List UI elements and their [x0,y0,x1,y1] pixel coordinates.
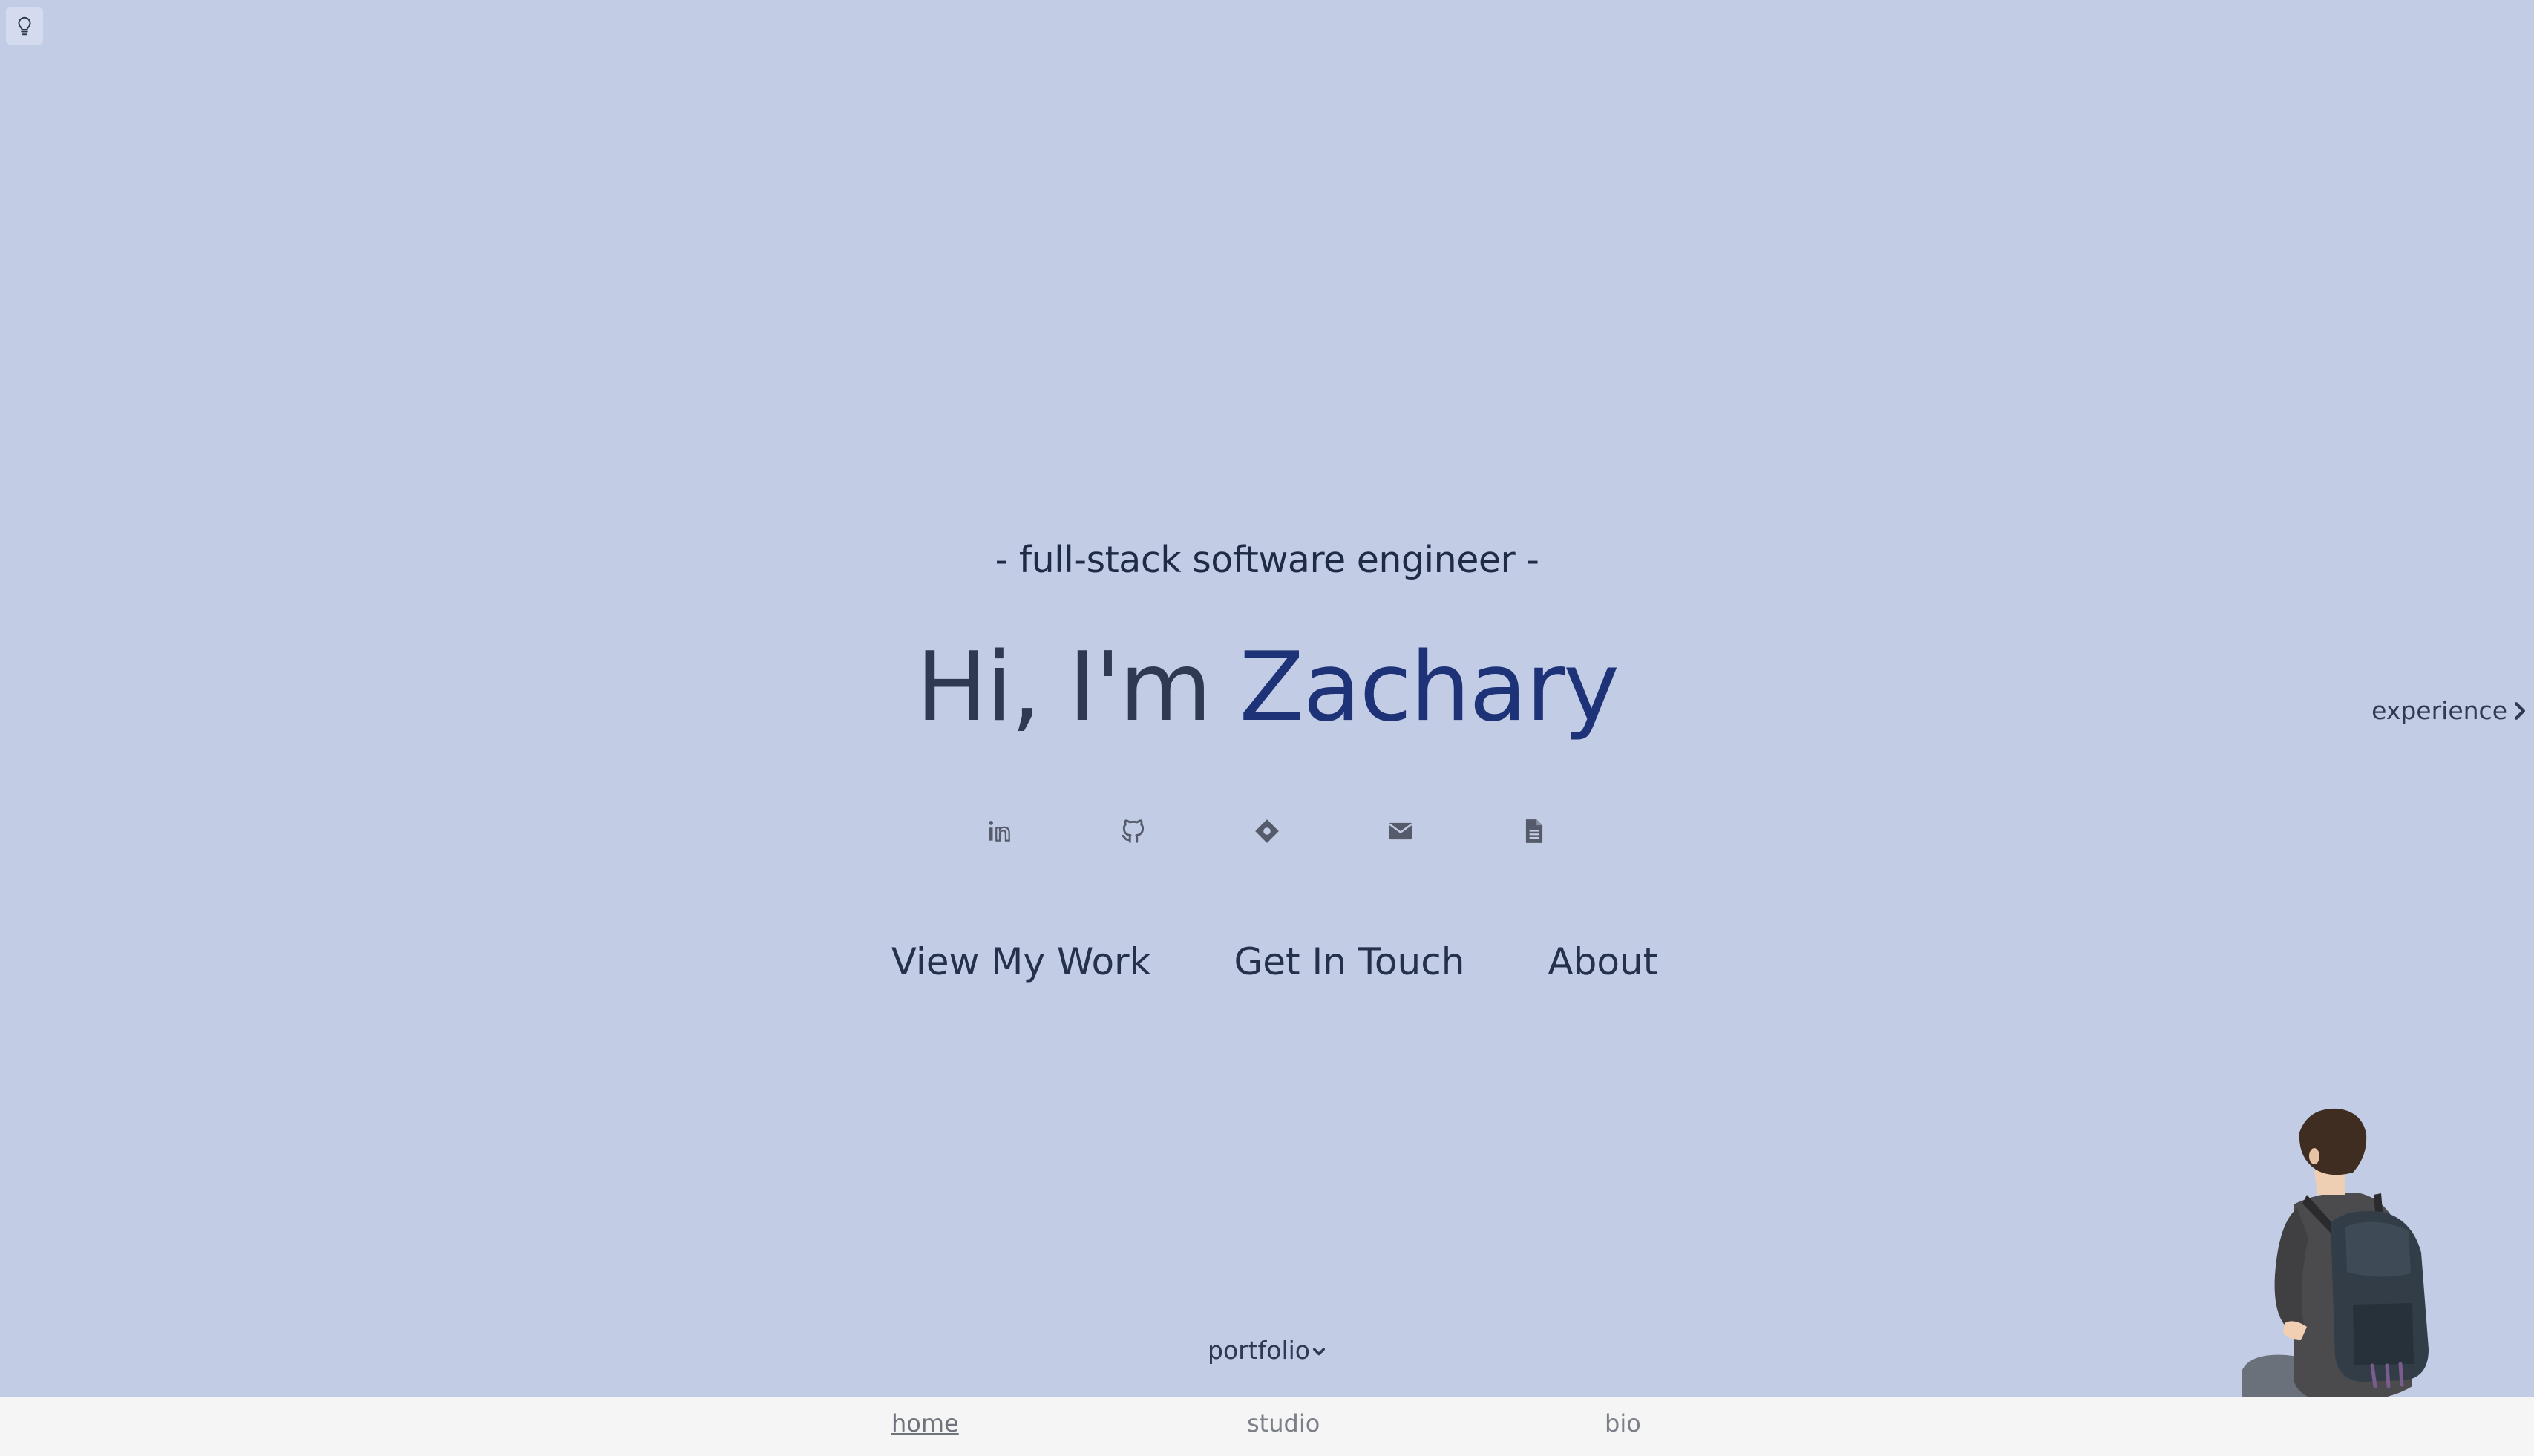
theme-toggle-button[interactable] [6,7,43,45]
view-my-work-button[interactable]: View My Work [891,934,1151,990]
get-in-touch-button[interactable]: Get In Touch [1234,934,1465,990]
about-button[interactable]: About [1548,934,1657,990]
email-link[interactable] [1369,810,1432,852]
linkedin-icon [989,821,1010,842]
portfolio-dropdown[interactable]: portfolio [0,1336,2534,1365]
nav-home[interactable]: home [891,1409,959,1437]
portfolio-label: portfolio [1208,1336,1310,1365]
nav-bio[interactable]: bio [1605,1409,1641,1437]
backpacker-illustration [2242,1108,2429,1402]
footer-nav: home studio bio [0,1397,2534,1456]
headline-greeting: Hi, I'm [916,632,1240,743]
chevron-right-icon [2515,701,2525,720]
social-links [0,810,2534,852]
github-icon [1122,819,1145,843]
cta-group: View My Work Get In Touch About [15,934,2534,990]
document-icon [1525,819,1543,843]
mail-icon [1389,822,1412,840]
lightbulb-icon [18,16,31,36]
github-link[interactable] [1102,810,1165,852]
codepen-link[interactable] [1236,810,1298,852]
headline: Hi, I'm Zachary [0,632,2534,744]
chevron-down-icon [1312,1348,1325,1355]
linkedin-link[interactable] [969,810,1031,852]
nav-studio[interactable]: studio [1247,1409,1320,1437]
resume-link[interactable] [1503,810,1565,852]
figure-hair [2299,1108,2367,1175]
headline-name: Zachary [1239,632,1620,743]
subtitle: - full-stack software engineer - [995,539,1539,581]
experience-label: experience [2371,696,2507,725]
experience-link[interactable]: experience [2371,696,2527,725]
hero-section: - full-stack software engineer - Hi, I'm… [0,534,2534,744]
diamond-icon [1255,819,1279,843]
